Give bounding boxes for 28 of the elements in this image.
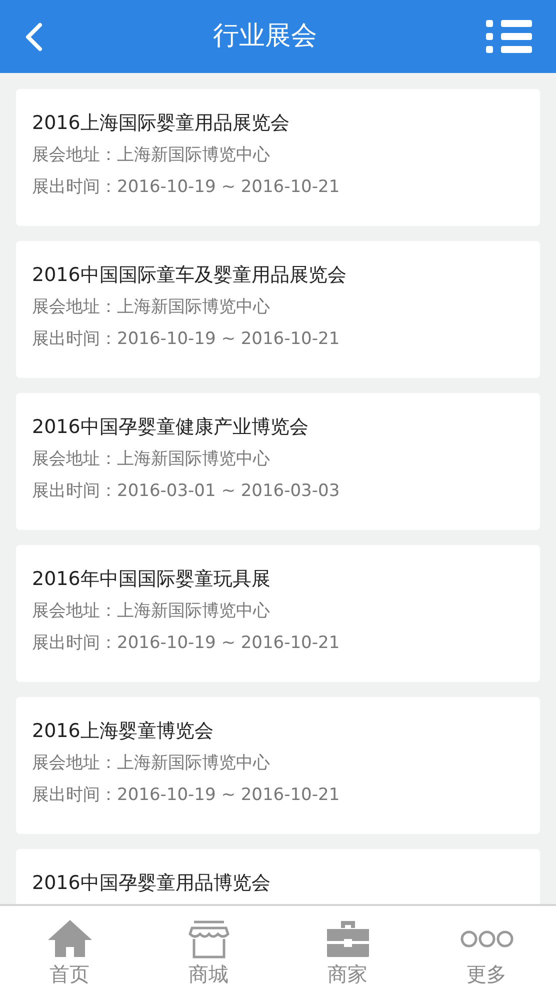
home-icon [46,919,92,959]
exhibition-title: 2016上海国际婴童用品展览会 [32,111,290,136]
more-icon [460,928,514,950]
exhibition-dates: 展出时间：2016-10-19 ~ 2016-10-21 [32,632,341,655]
back-icon[interactable] [24,22,44,52]
exhibition-dates: 展出时间：2016-03-01 ~ 2016-03-03 [32,480,341,503]
exhibition-title: 2016上海婴童博览会 [32,719,214,744]
exhibition-address: 展会地址：上海新国际博览中心 [32,448,271,471]
exhibition-address: 展会地址：上海新国际博览中心 [32,752,271,775]
exhibition-dates: 展出时间：2016-10-19 ~ 2016-10-21 [32,328,341,351]
exhibition-card[interactable]: 2016上海婴童博览会 展会地址：上海新国际博览中心 展出时间：2016-10-19 ~ 2016-10-21 [16,697,540,834]
exhibition-dates: 展出时间：2016-10-19 ~ 2016-10-21 [32,176,341,199]
exhibition-address: 展会地址：上海新国际博览中心 [32,600,271,623]
exhibition-card[interactable]: 2016上海国际婴童用品展览会 展会地址：上海新国际博览中心 展出时间：2016-10-19 ~ 2016-10-21 [16,89,540,226]
exhibition-address: 展会地址：上海新国际博览中心 [32,144,271,167]
exhibition-dates: 展出时间：2016-10-19 ~ 2016-10-21 [32,784,341,807]
exhibition-card[interactable]: 2016中国国际童车及婴童用品展览会 展会地址：上海新国际博览中心 展出时间：2016-10-19 ~ 2016-10-21 [16,241,540,378]
exhibition-card[interactable]: 2016中国孕婴童用品博览会 [16,849,540,904]
exhibition-title: 2016中国国际童车及婴童用品展览会 [32,263,348,288]
exhibition-address: 展会地址：上海新国际博览中心 [32,296,271,319]
exhibition-title: 2016中国孕婴童健康产业博览会 [32,415,310,440]
exhibition-title: 2016年中国国际婴童玩具展 [32,567,272,592]
menu-icon[interactable] [486,18,532,54]
exhibition-card[interactable]: 2016中国孕婴童健康产业博览会 展会地址：上海新国际博览中心 展出时间：2016-03-01 ~ 2016-03-03 [16,393,540,530]
exhibition-title: 2016中国孕婴童用品博览会 [32,871,272,896]
page-title: 行业展会 [213,20,317,53]
exhibition-card[interactable]: 2016年中国国际婴童玩具展 展会地址：上海新国际博览中心 展出时间：2016-10-19 ~ 2016-10-21 [16,545,540,682]
storefront-icon [188,919,230,959]
